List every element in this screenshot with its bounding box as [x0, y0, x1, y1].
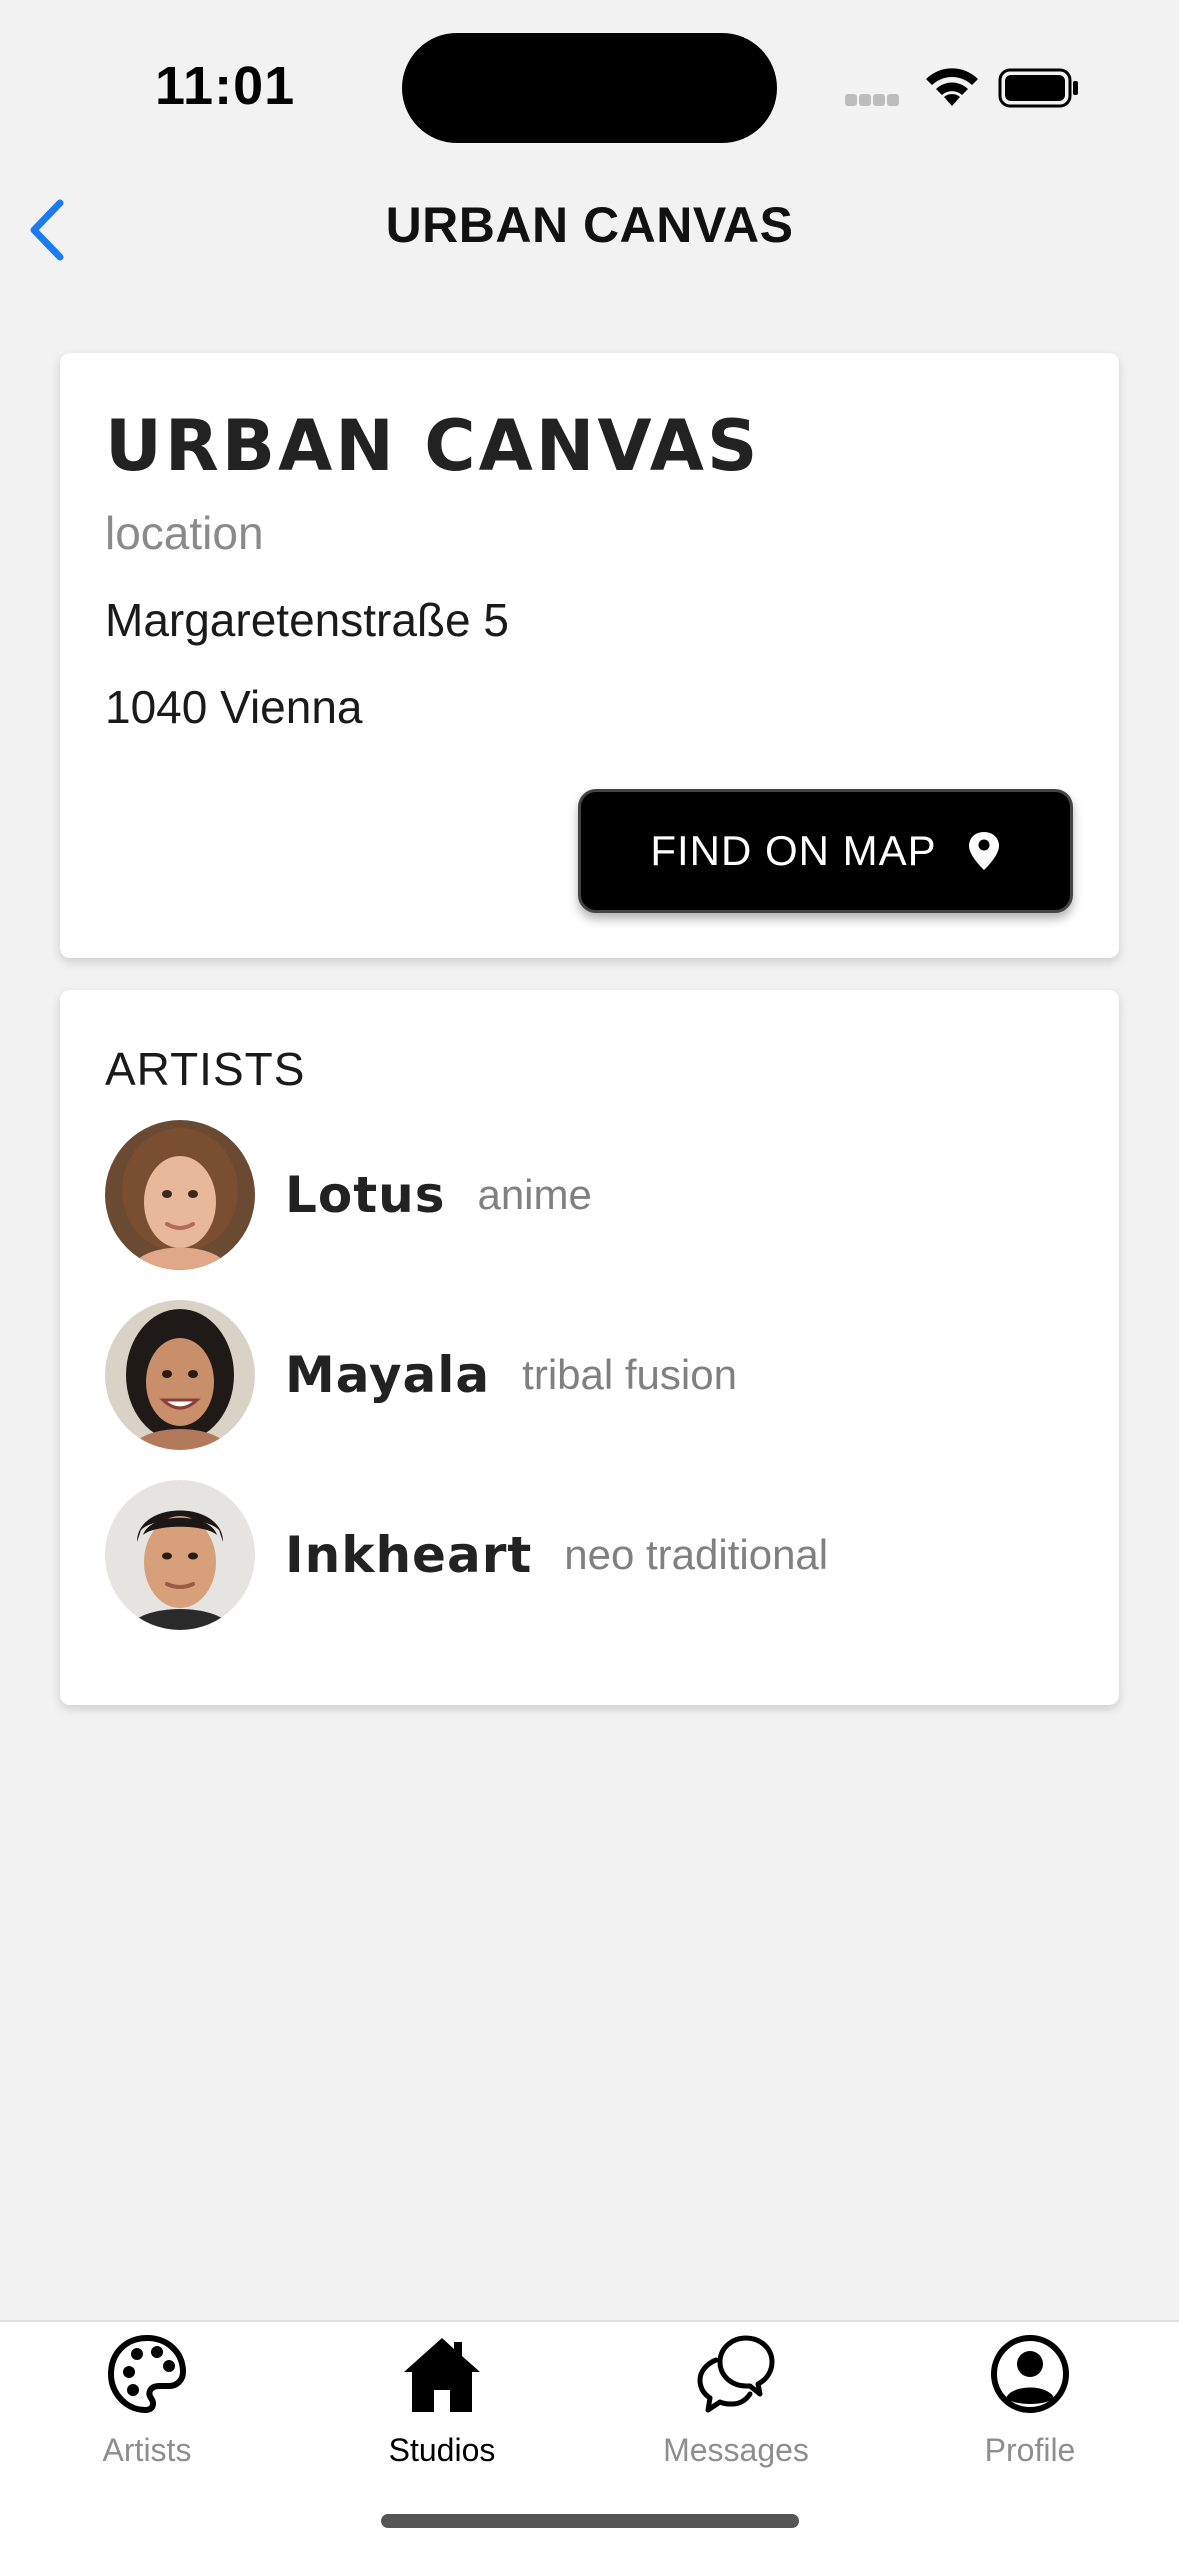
artist-row-lotus[interactable]: Lotus anime: [105, 1120, 1065, 1270]
chat-bubbles-icon: [697, 2335, 775, 2413]
artists-heading: ARTISTS: [105, 1043, 306, 1095]
tab-messages[interactable]: Messages: [636, 2332, 836, 2482]
address-street: Margaretenstraße 5: [105, 594, 509, 646]
tab-studios[interactable]: Studios: [342, 2332, 542, 2482]
tab-label: Profile: [984, 2432, 1076, 2468]
map-pin-icon: [968, 832, 999, 870]
status-bar: 11:01: [0, 0, 1179, 180]
home-icon: [404, 2338, 480, 2412]
find-on-map-label: FIND ON MAP: [650, 827, 937, 874]
user-circle-icon: [991, 2335, 1069, 2413]
find-on-map-button[interactable]: FIND ON MAP: [578, 789, 1073, 913]
artist-style: tribal fusion: [522, 1351, 737, 1398]
studio-name: URBAN CANVAS: [105, 405, 761, 487]
artist-style: anime: [477, 1171, 592, 1218]
status-time: 11:01: [155, 56, 296, 116]
artist-name: Mayala: [285, 1346, 491, 1404]
artist-row-inkheart[interactable]: Inkheart neo traditional: [105, 1480, 1065, 1630]
studio-info-card: URBAN CANVAS location Margaretenstraße 5…: [60, 353, 1119, 958]
tab-label: Artists: [102, 2432, 192, 2468]
tab-label: Studios: [388, 2432, 496, 2468]
artist-avatar: [105, 1480, 255, 1630]
artist-avatar: [105, 1120, 255, 1270]
location-label: location: [105, 507, 264, 559]
artist-name: Lotus: [285, 1166, 446, 1224]
tab-label: Messages: [663, 2432, 809, 2468]
artist-name: Inkheart: [285, 1526, 533, 1584]
wifi-icon: [926, 68, 978, 106]
address-city: 1040 Vienna: [105, 681, 363, 733]
artists-card: ARTISTS Lotus anime Mayala tribal fusion: [60, 990, 1119, 1705]
dynamic-island: [402, 33, 777, 143]
tab-artists[interactable]: Artists: [47, 2332, 247, 2482]
palette-icon: [107, 2334, 187, 2414]
home-indicator: [381, 2514, 799, 2528]
battery-icon: [998, 68, 1078, 108]
artist-avatar: [105, 1300, 255, 1450]
nav-title: URBAN CANVAS: [385, 197, 794, 253]
artist-style: neo traditional: [564, 1531, 829, 1578]
tab-profile[interactable]: Profile: [930, 2332, 1130, 2482]
cellular-signal-icon: [845, 93, 901, 111]
artist-row-mayala[interactable]: Mayala tribal fusion: [105, 1300, 1065, 1450]
